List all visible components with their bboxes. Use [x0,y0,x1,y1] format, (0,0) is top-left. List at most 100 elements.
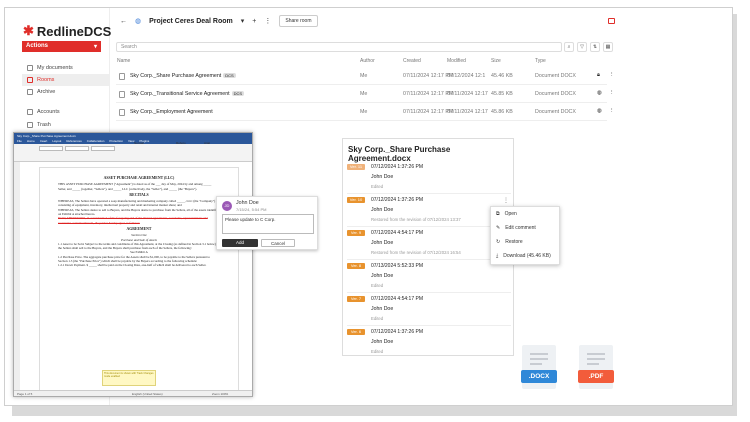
pdf-file-icon: .PDF [578,345,614,389]
restore-icon: ↻ [496,239,501,245]
table-row[interactable]: Sky Corp._Share Purchase Agreement DCS Me… [116,67,614,85]
version-user: John Doe [371,174,394,180]
modified-cell: 07/12/2024 12:1 [447,73,486,79]
version-date: 07/12/2024 1:37:26 PM [371,197,423,203]
dcs-badge: DCS [231,91,245,96]
document-icon [119,73,125,80]
menu-item-edit-comment[interactable]: ✎ Edit comment [491,221,559,235]
version-item[interactable]: Ver. 7 07/12/2024 4:54:17 PM John Doe Ed… [347,293,511,326]
version-item[interactable]: Ver. 8 07/13/2024 5:52:33 PM John Doe Ed… [347,260,511,293]
document-page[interactable]: ASSET PURCHASE AGREEMENT (LLC) THIS ASSE… [39,167,239,392]
sidebar-item-accounts[interactable]: Accounts [22,106,110,118]
author-cell: Me [360,73,368,79]
version-item[interactable]: Ver. 6 07/12/2024 1:37:26 PM John Doe Ed… [347,326,511,359]
sidebar-item-archive[interactable]: Archive [22,86,110,98]
font-select[interactable] [65,146,89,151]
grid-view-icon[interactable]: ▦ [603,42,613,52]
more-icon[interactable]: ⋮ [609,90,614,96]
download-icon: ⤓ [496,253,499,259]
font-preview[interactable]: Roboto [176,141,186,145]
search-icon[interactable]: ⌕ [564,42,574,52]
table-row[interactable]: Sky Corp._Employment Agreement Me 07/11/… [116,103,614,121]
add-comment-button[interactable]: Add [222,239,258,247]
language[interactable]: English (United States) [132,392,163,396]
add-icon[interactable]: + [252,18,256,25]
author-cell: Me [360,91,368,97]
menu-item-open[interactable]: ⧉ Open [491,207,559,221]
col-author[interactable]: Author [360,58,375,64]
col-modified[interactable]: Modified [447,58,466,64]
comment-input[interactable]: Please update to C Corp. [222,214,314,234]
sidebar-item-trash[interactable]: Trash [22,119,110,131]
col-created[interactable]: Created [403,58,421,64]
filter-icon[interactable]: ▽ [577,42,587,52]
sidebar-item-my-documents[interactable]: My documents [22,62,110,74]
doc-paragraph: 1.2 Purchase Price. The aggregate purcha… [58,254,211,264]
more-icon[interactable]: ⋮ [609,108,614,114]
size-preview[interactable]: Arial [204,141,210,145]
back-arrow-icon[interactable]: ← [120,18,127,25]
col-type[interactable]: Type [535,58,546,64]
version-user: John Doe [371,240,394,246]
docx-label: .DOCX [521,370,557,383]
version-badge: Ver. 11 [347,164,365,170]
version-badge: Ver. 8 [347,263,365,269]
menu-home[interactable]: Home [27,139,35,144]
actions-button[interactable]: Actions ▾ [22,41,101,52]
version-badge: Ver. 6 [347,329,365,335]
user-icon [27,65,33,71]
style-preview[interactable]: Normal [134,141,144,145]
col-size[interactable]: Size [491,58,501,64]
version-user: John Doe [371,339,394,345]
file-line [587,363,599,365]
globe-icon[interactable]: ◍ [597,90,602,96]
menu-layout[interactable]: Layout [52,139,61,144]
table-row[interactable]: Sky Corp._Transitional Service Agreement… [116,85,614,103]
more-icon[interactable]: ⋮ [503,197,509,204]
doc-paragraph: 1.2.1 Down Payment. $ _____ shall be pai… [58,263,207,268]
room-info-icon[interactable] [608,18,615,24]
version-item[interactable]: Ver. 9 07/12/2024 4:54:17 PM John Doe Re… [347,227,511,260]
menu-protection[interactable]: Protection [109,139,123,144]
menu-insert[interactable]: Insert [40,139,48,144]
page-count: Page 1 of 5 [17,392,33,396]
size-select[interactable] [91,146,115,151]
globe-icon[interactable]: ◍ [597,108,602,114]
file-line [587,358,605,360]
room-title[interactable]: Project Ceres Deal Room [149,18,233,25]
comment-popup: JD John Doe 7/15/24, 5:54 PM Please upda… [216,196,318,250]
zoom-level[interactable]: Zoom 100% [212,392,228,396]
share-room-button[interactable]: Share room [279,15,318,27]
more-icon[interactable]: ⋮ [264,17,271,25]
version-date: 07/12/2024 1:37:26 PM [371,164,423,170]
sidebar-item-rooms[interactable]: Rooms [22,74,110,86]
version-badge: Ver. 7 [347,296,365,302]
file-line [530,358,548,360]
size-cell: 45.46 KB [491,73,513,79]
created-cell: 07/11/2024 12:17 PM [403,73,454,79]
lock-icon[interactable]: 🔒︎ [597,72,600,79]
menu-references[interactable]: References [66,139,81,144]
version-item[interactable]: Ver. 10 07/12/2024 1:37:26 PM John Doe R… [347,194,511,227]
sort-icon[interactable]: ⇅ [590,42,600,52]
version-note: Edited [371,283,384,288]
author-cell: Me [360,109,368,115]
search-input[interactable]: Search [116,42,562,52]
menu-collaboration[interactable]: Collaboration [87,139,105,144]
doc-paragraph: WHEREAS, The Sellers have operated a soa… [58,199,216,208]
open-icon: ⧉ [496,211,500,217]
menu-file[interactable]: File [17,139,22,144]
trash-icon [27,122,33,128]
chevron-down-icon[interactable]: ▾ [241,17,245,25]
menu-item-restore[interactable]: ↻ Restore [491,235,559,249]
archive-icon [27,89,33,95]
comment-author: John Doe [236,200,259,206]
version-item[interactable]: Ver. 11 07/12/2024 1:37:26 PM John Doe E… [347,161,511,194]
version-user: John Doe [371,207,394,213]
cancel-button[interactable]: Cancel [261,239,295,247]
menu-item-download[interactable]: ⤓ Download (45.46 KB) [491,249,559,263]
style-select[interactable] [39,146,63,151]
document-icon [119,109,125,116]
col-name[interactable]: Name [117,58,130,64]
more-icon[interactable]: ⋮ [609,72,614,78]
